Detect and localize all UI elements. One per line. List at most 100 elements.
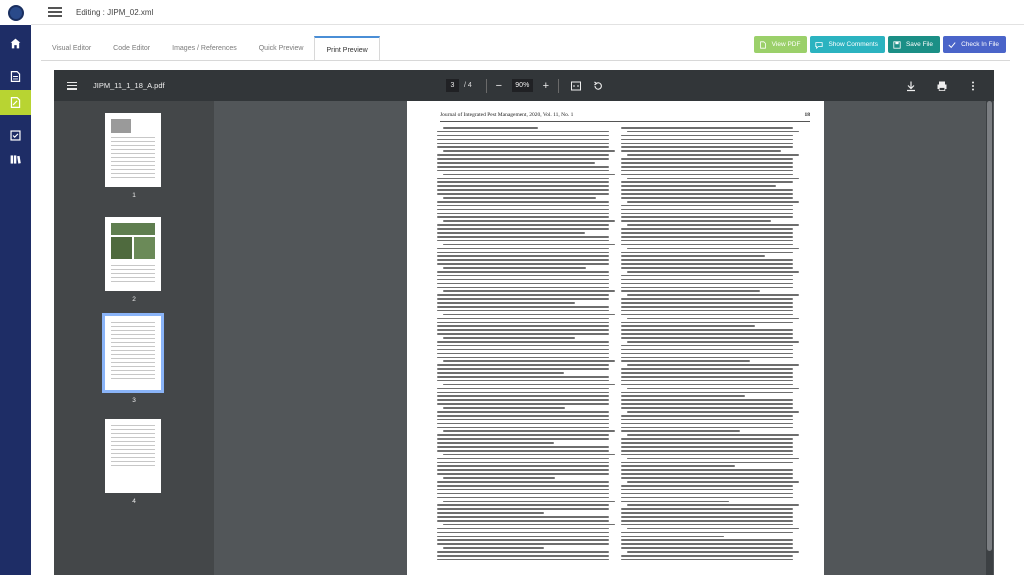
text-line [437, 189, 609, 191]
text-line [621, 465, 735, 468]
text-line [437, 449, 609, 452]
pdf-right-controls [900, 70, 984, 101]
view-pdf-button[interactable]: View PDF [753, 36, 808, 53]
text-line [621, 516, 793, 518]
show-comments-button[interactable]: Show Comments [810, 36, 885, 53]
text-line [437, 469, 609, 471]
text-line [621, 138, 793, 141]
text-line [437, 158, 609, 160]
text-line [437, 298, 609, 300]
app-root: Editing : JIPM_02.xml Visual Editor Code… [0, 0, 1024, 575]
print-icon[interactable] [936, 80, 948, 92]
text-line [437, 200, 609, 203]
thumbnail-page-3[interactable] [102, 313, 164, 393]
tab-divider [41, 60, 1010, 61]
document-icon[interactable] [0, 64, 31, 89]
zoom-out-icon[interactable]: − [493, 80, 505, 92]
text-line [437, 356, 609, 359]
thumbnail-page-1[interactable] [105, 113, 161, 187]
text-line [621, 430, 740, 433]
more-options-icon[interactable] [967, 80, 979, 92]
menu-icon[interactable] [48, 7, 62, 17]
text-line [621, 356, 793, 359]
text-line [437, 539, 609, 541]
text-line [437, 309, 609, 312]
library-icon[interactable] [0, 147, 31, 172]
text-line [621, 263, 793, 265]
right-text-column [621, 127, 799, 563]
text-line [443, 150, 615, 152]
vertical-scrollbar[interactable] [986, 101, 993, 575]
text-line [437, 461, 609, 464]
text-line [621, 539, 793, 541]
text-line [437, 411, 609, 413]
text-line [621, 259, 793, 261]
scrollbar-thumb[interactable] [987, 101, 992, 551]
text-line [621, 523, 793, 526]
text-line [621, 185, 776, 187]
text-line [621, 414, 793, 417]
check-in-file-label: Check In File [961, 41, 999, 48]
text-line [627, 270, 799, 273]
page-number-input[interactable]: 3 [446, 79, 459, 92]
text-line [437, 465, 609, 468]
text-line [437, 543, 609, 545]
thumbnail-page-4[interactable] [105, 419, 161, 493]
comment-icon [815, 41, 824, 49]
home-icon[interactable] [0, 31, 31, 56]
text-line [621, 212, 793, 215]
tab-quick-preview[interactable]: Quick Preview [248, 36, 315, 61]
fit-page-icon[interactable] [570, 80, 582, 92]
save-file-button[interactable]: Save File [887, 36, 941, 53]
thumbnail-page-2[interactable] [105, 217, 161, 291]
text-line [437, 208, 609, 211]
text-line [437, 239, 609, 242]
action-buttons: View PDF Show Comments Save File Check I… [753, 36, 1006, 53]
text-line [621, 399, 793, 401]
text-line [443, 477, 555, 479]
tab-visual-editor[interactable]: Visual Editor [41, 36, 102, 61]
text-line [437, 212, 609, 215]
text-line [621, 391, 793, 394]
text-line [621, 251, 793, 254]
text-line [621, 278, 793, 281]
text-line [621, 243, 793, 246]
text-line [437, 181, 609, 184]
download-icon[interactable] [905, 80, 917, 92]
zoom-in-icon[interactable]: + [540, 80, 552, 92]
tab-code-editor[interactable]: Code Editor [102, 36, 161, 61]
text-line [437, 508, 609, 510]
text-line [443, 313, 615, 316]
text-line [437, 224, 609, 226]
text-line [621, 146, 793, 149]
rotate-icon[interactable] [592, 80, 604, 92]
text-line [437, 329, 609, 331]
text-line [621, 216, 793, 219]
text-line [621, 274, 793, 277]
text-line [621, 368, 793, 370]
text-line [437, 387, 609, 390]
checklist-icon[interactable] [0, 123, 31, 148]
text-line [621, 531, 793, 534]
text-line [621, 469, 793, 471]
text-line [437, 185, 609, 187]
text-line [437, 531, 609, 534]
pdf-menu-icon[interactable] [67, 81, 77, 90]
pdf-filename: JIPM_11_1_18_A.pdf [93, 81, 165, 90]
text-line [437, 492, 609, 495]
text-line [437, 282, 609, 285]
tab-print-preview[interactable]: Print Preview [314, 36, 380, 61]
text-line [437, 317, 609, 320]
text-line [437, 446, 609, 448]
edit-document-icon[interactable] [0, 90, 31, 115]
text-line [627, 340, 799, 343]
tab-images-references[interactable]: Images / References [161, 36, 248, 61]
editor-tabs: Visual Editor Code Editor Images / Refer… [41, 36, 380, 61]
text-line [437, 372, 565, 374]
text-line [621, 197, 793, 199]
check-in-file-button[interactable]: Check In File [943, 36, 1006, 53]
text-line [437, 527, 609, 530]
text-line [627, 411, 799, 413]
text-line [621, 403, 793, 405]
zoom-input[interactable]: 90% [511, 79, 533, 92]
